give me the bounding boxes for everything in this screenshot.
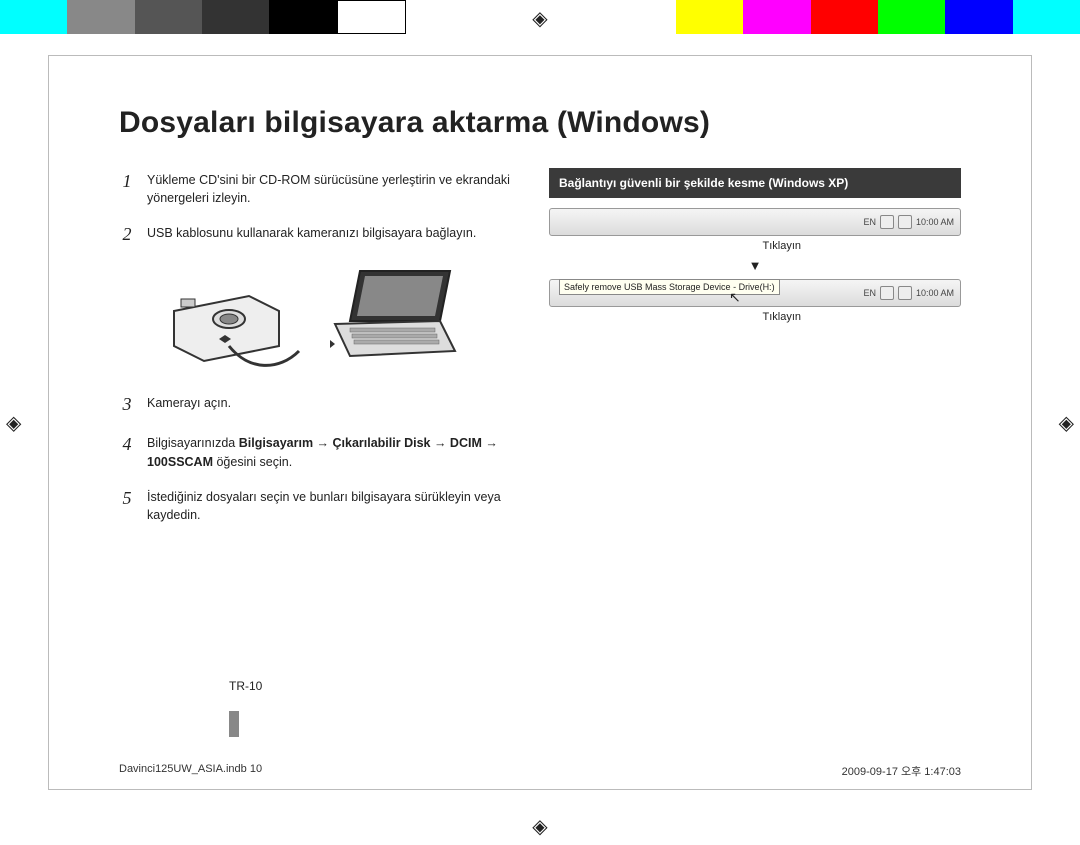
footer-timestamp: 2009-09-17 오후 1:47:03 bbox=[842, 763, 961, 779]
page-number: TR-10 bbox=[229, 679, 262, 719]
steps-column: 1 Yükleme CD'sini bir CD-ROM sürücüsüne … bbox=[119, 168, 519, 538]
step-number: 3 bbox=[119, 391, 135, 417]
taskbar-lang: EN bbox=[863, 288, 876, 298]
page-tab-icon bbox=[229, 711, 239, 737]
camera-laptop-figure bbox=[159, 261, 519, 371]
step-item: 2 USB kablosunu kullanarak kameranızı bi… bbox=[119, 221, 519, 247]
step-item: 4 Bilgisayarınızda Bilgisayarım → Çıkarı… bbox=[119, 431, 519, 470]
arrow-down-icon: ▼ bbox=[549, 258, 961, 273]
page-frame: Dosyaları bilgisayara aktarma (Windows) … bbox=[48, 55, 1032, 790]
callout-box: Bağlantıyı güvenli bir şekilde kesme (Wi… bbox=[549, 168, 961, 198]
step-text: Yükleme CD'sini bir CD-ROM sürücüsüne ye… bbox=[147, 168, 519, 207]
tooltip-figure: EN 10:00 AM Safely remove USB Mass Stora… bbox=[549, 279, 961, 307]
taskbar-time: 10:00 AM bbox=[916, 288, 954, 298]
click-label: Tıklayın bbox=[549, 240, 961, 252]
step-number: 4 bbox=[119, 431, 135, 470]
taskbar-lang: EN bbox=[863, 217, 876, 227]
click-label: Tıklayın bbox=[549, 311, 961, 323]
footer-filename: Davinci125UW_ASIA.indb 10 bbox=[119, 763, 262, 779]
step-item: 5 İstediğiniz dosyaları seçin ve bunları… bbox=[119, 485, 519, 524]
step-text: Kamerayı açın. bbox=[147, 391, 231, 417]
registration-mark-icon: ◈ bbox=[532, 814, 547, 839]
step-item: 3 Kamerayı açın. bbox=[119, 391, 519, 417]
step-text: Bilgisayarınızda Bilgisayarım → Çıkarıla… bbox=[147, 431, 519, 470]
laptop-icon bbox=[315, 261, 465, 371]
tray-volume-icon bbox=[898, 215, 912, 229]
registration-mark-icon: ◈ bbox=[1059, 410, 1074, 435]
cursor-icon: ↖ bbox=[729, 289, 741, 306]
tray-usb-icon bbox=[880, 286, 894, 300]
step-item: 1 Yükleme CD'sini bir CD-ROM sürücüsüne … bbox=[119, 168, 519, 207]
camera-icon bbox=[159, 261, 309, 371]
step-number: 5 bbox=[119, 485, 135, 524]
registration-mark-icon: ◈ bbox=[6, 410, 21, 435]
tray-usb-icon bbox=[880, 215, 894, 229]
taskbar-figure: EN 10:00 AM bbox=[549, 208, 961, 236]
step-number: 1 bbox=[119, 168, 135, 207]
sidebar-column: Bağlantıyı güvenli bir şekilde kesme (Wi… bbox=[549, 168, 961, 538]
tooltip-bubble: Safely remove USB Mass Storage Device - … bbox=[559, 279, 780, 295]
step-text: İstediğiniz dosyaları seçin ve bunları b… bbox=[147, 485, 519, 524]
step-number: 2 bbox=[119, 221, 135, 247]
page-title: Dosyaları bilgisayara aktarma (Windows) bbox=[119, 106, 961, 140]
tray-volume-icon bbox=[898, 286, 912, 300]
registration-mark-icon: ◈ bbox=[532, 6, 547, 31]
taskbar-time: 10:00 AM bbox=[916, 217, 954, 227]
print-footer: Davinci125UW_ASIA.indb 10 2009-09-17 오후 … bbox=[119, 763, 961, 779]
step-text: USB kablosunu kullanarak kameranızı bilg… bbox=[147, 221, 476, 247]
